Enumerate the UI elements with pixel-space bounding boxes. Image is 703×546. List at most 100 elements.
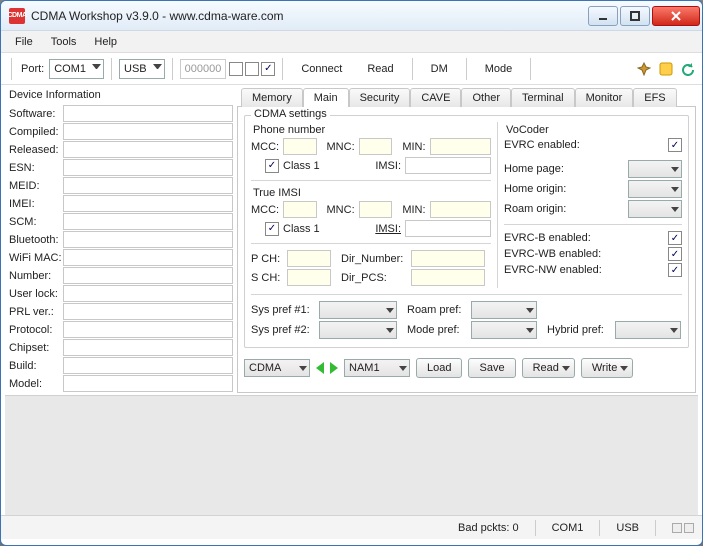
cdma-settings-group: CDMA settings Phone number MCC: MNC: MIN… [244, 115, 689, 348]
device-info-row: Compiled: [7, 123, 233, 140]
dm-button[interactable]: DM [420, 60, 459, 78]
pch-input[interactable] [287, 250, 331, 267]
imsi2-label[interactable]: IMSI: [375, 223, 401, 235]
statusbar: Bad pckts: 0 COM1 USB [1, 515, 702, 539]
maximize-button[interactable] [620, 6, 650, 26]
dir-pcs-input[interactable] [411, 269, 485, 286]
device-info-row: Chipset: [7, 339, 233, 356]
evrc-nw-checkbox[interactable] [668, 263, 682, 277]
sys-pref1-select[interactable] [319, 301, 397, 319]
tab-security[interactable]: Security [349, 88, 411, 107]
load-button[interactable]: Load [416, 358, 462, 378]
device-info-row: IMEI: [7, 195, 233, 212]
packet-counter: 000000 [180, 59, 227, 79]
device-info-value [63, 123, 233, 140]
vocoder-label: VoCoder [506, 124, 682, 136]
menu-tools[interactable]: Tools [43, 34, 85, 50]
tab-memory[interactable]: Memory [241, 88, 303, 107]
home-page-select[interactable] [628, 160, 682, 178]
log-area [5, 395, 698, 515]
menu-file[interactable]: File [7, 34, 41, 50]
pin-icon[interactable] [636, 61, 652, 77]
close-button[interactable] [652, 6, 700, 26]
tab-body-main: CDMA settings Phone number MCC: MNC: MIN… [237, 106, 696, 393]
mnc-input[interactable] [359, 138, 393, 155]
menubar: File Tools Help [1, 31, 702, 53]
mcc-label: MCC: [251, 141, 279, 153]
home-origin-label: Home origin: [504, 183, 624, 195]
sch-input[interactable] [287, 269, 331, 286]
device-info-row: SCM: [7, 213, 233, 230]
mnc2-label: MNC: [327, 204, 355, 216]
device-info-value [63, 375, 233, 392]
pch-label: P CH: [251, 253, 283, 265]
evrc-b-checkbox[interactable] [668, 231, 682, 245]
flag-checkbox-1[interactable] [229, 62, 243, 76]
roam-origin-select[interactable] [628, 200, 682, 218]
connect-button[interactable]: Connect [290, 60, 353, 78]
evrc-enabled-label: EVRC enabled: [504, 139, 664, 151]
device-info-label: WiFi MAC: [7, 252, 63, 264]
flag-checkbox-3[interactable] [261, 62, 275, 76]
tab-terminal[interactable]: Terminal [511, 88, 575, 107]
class1-checkbox[interactable] [265, 159, 279, 173]
write-split-button[interactable]: Write [581, 358, 633, 378]
device-info-value [63, 285, 233, 302]
port-select[interactable]: COM1 [49, 59, 104, 79]
device-info-label: MEID: [7, 180, 63, 192]
device-info-value [63, 105, 233, 122]
sys-pref2-label: Sys pref #2: [251, 324, 315, 336]
mode-button[interactable]: Mode [474, 60, 524, 78]
read-button[interactable]: Read [356, 60, 404, 78]
mcc2-input[interactable] [283, 201, 317, 218]
refresh-icon[interactable] [680, 61, 696, 77]
tab-main[interactable]: Main [303, 88, 349, 107]
prev-nam-icon[interactable] [316, 362, 324, 374]
device-info-value [63, 321, 233, 338]
next-nam-icon[interactable] [330, 362, 338, 374]
flag-checkbox-2[interactable] [245, 62, 259, 76]
tab-other[interactable]: Other [461, 88, 511, 107]
nam-select[interactable]: NAM1 [344, 359, 410, 377]
dir-number-label: Dir_Number: [341, 253, 407, 265]
evrc-wb-checkbox[interactable] [668, 247, 682, 261]
class1-checkbox-2[interactable] [265, 222, 279, 236]
device-info-label: Number: [7, 270, 63, 282]
device-info-panel: Device Information Software:Compiled:Rel… [7, 87, 233, 393]
evrc-enabled-checkbox[interactable] [668, 138, 682, 152]
min-input[interactable] [430, 138, 491, 155]
phone-number-label: Phone number [253, 124, 491, 136]
disk-icon[interactable] [658, 61, 674, 77]
usb-select[interactable]: USB [119, 59, 165, 79]
mode-pref-label: Mode pref: [407, 324, 467, 336]
menu-help[interactable]: Help [86, 34, 125, 50]
save-button[interactable]: Save [468, 358, 515, 378]
mode-pref-select[interactable] [471, 321, 537, 339]
read-split-button[interactable]: Read [522, 358, 575, 378]
status-indicator-2 [684, 523, 694, 533]
imsi-input[interactable] [405, 157, 491, 174]
mnc2-input[interactable] [359, 201, 393, 218]
minimize-button[interactable] [588, 6, 618, 26]
hybrid-pref-select[interactable] [615, 321, 681, 339]
device-info-row: Released: [7, 141, 233, 158]
class1-label-2: Class 1 [283, 223, 320, 235]
dir-number-input[interactable] [411, 250, 485, 267]
min2-input[interactable] [430, 201, 491, 218]
imsi2-input[interactable] [405, 220, 491, 237]
tab-efs[interactable]: EFS [633, 88, 676, 107]
roam-pref-select[interactable] [471, 301, 537, 319]
tab-monitor[interactable]: Monitor [575, 88, 634, 107]
sys-pref2-select[interactable] [319, 321, 397, 339]
app-icon: CDMA [9, 8, 25, 24]
sys-pref1-label: Sys pref #1: [251, 304, 315, 316]
cdma-select[interactable]: CDMA [244, 359, 310, 377]
roam-origin-label: Roam origin: [504, 203, 624, 215]
device-info-value [63, 141, 233, 158]
device-info-label: Model: [7, 378, 63, 390]
device-info-row: Number: [7, 267, 233, 284]
device-info-label: SCM: [7, 216, 63, 228]
mcc-input[interactable] [283, 138, 317, 155]
home-origin-select[interactable] [628, 180, 682, 198]
tab-cave[interactable]: CAVE [410, 88, 461, 107]
